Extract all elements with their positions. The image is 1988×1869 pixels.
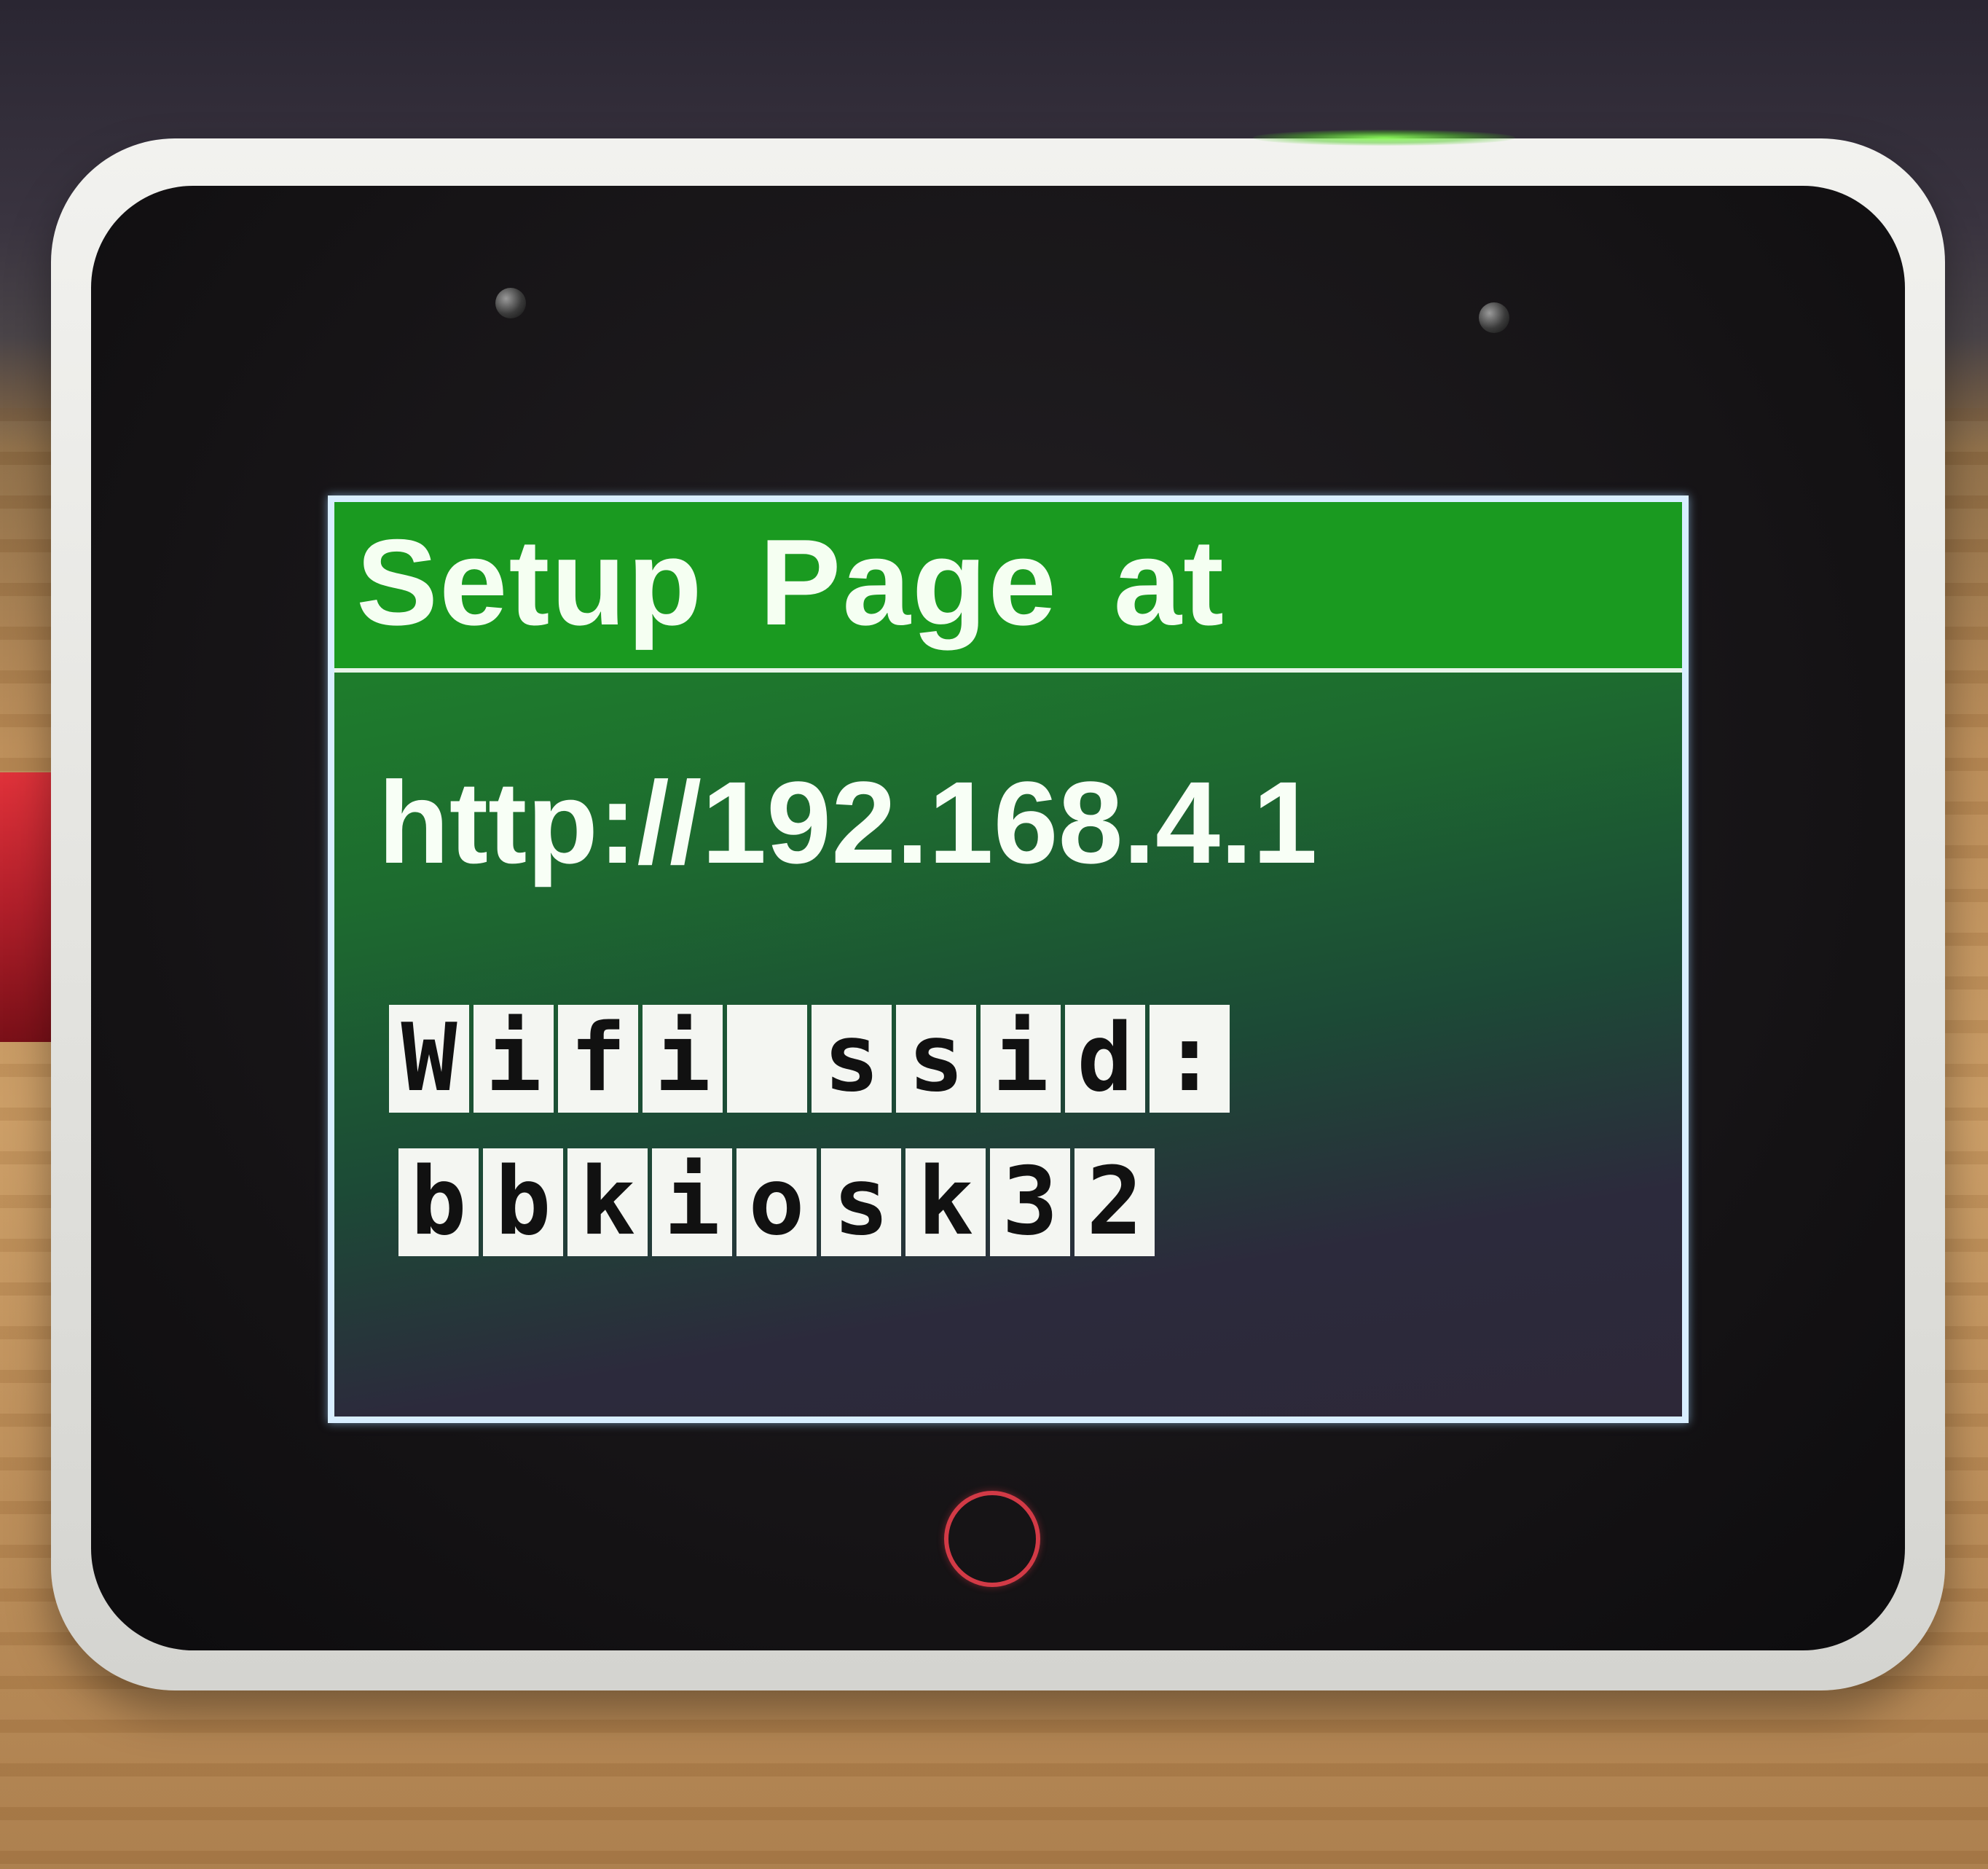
wifi-ssid-char: k (567, 1148, 648, 1256)
setup-url: http://192.168.4.1 (378, 757, 1318, 888)
wifi-label-char: s (896, 1005, 976, 1113)
wifi-label-char: W (389, 1005, 469, 1113)
wifi-ssid-char: o (736, 1148, 817, 1256)
wifi-label-char: i (981, 1005, 1061, 1113)
wifi-label-char: s (812, 1005, 892, 1113)
wifi-ssid: bbkiosk32 (398, 1148, 1155, 1256)
wifi-ssid-char: 3 (990, 1148, 1070, 1256)
wifi-label: Wifi ssid: (389, 1005, 1230, 1113)
home-button-icon[interactable] (944, 1491, 1040, 1587)
wifi-label-char: d (1065, 1005, 1145, 1113)
wifi-ssid-char: 2 (1074, 1148, 1155, 1256)
wifi-label-char: i (474, 1005, 554, 1113)
wifi-ssid-char: b (483, 1148, 563, 1256)
header-title: Setup Page at (356, 514, 1225, 651)
wifi-ssid-char: b (398, 1148, 479, 1256)
status-led (1253, 130, 1515, 146)
wifi-ssid-char: s (821, 1148, 901, 1256)
wifi-label-char (727, 1005, 807, 1113)
sensor-dot-left (495, 288, 526, 318)
wifi-ssid-char: i (652, 1148, 732, 1256)
sensor-dot-right (1479, 302, 1509, 333)
wifi-label-char: : (1150, 1005, 1230, 1113)
wifi-label-char: f (558, 1005, 638, 1113)
wifi-ssid-char: k (905, 1148, 986, 1256)
header-band: Setup Page at (334, 502, 1682, 673)
device-screen[interactable]: Setup Page at http://192.168.4.1 Wifi ss… (328, 495, 1689, 1423)
wifi-label-char: i (643, 1005, 723, 1113)
